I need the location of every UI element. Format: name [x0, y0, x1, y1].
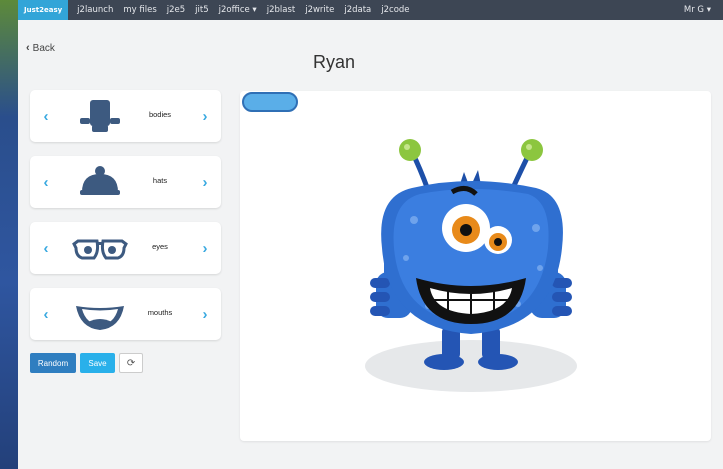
- back-link[interactable]: ‹ Back: [26, 42, 55, 54]
- part-label: hats: [152, 176, 168, 185]
- nav-item-j2data[interactable]: j2data: [339, 0, 376, 20]
- part-label: bodies: [148, 110, 172, 119]
- page-title: Ryan: [312, 52, 356, 72]
- part-selector-hats: ‹ hats ›: [30, 156, 221, 208]
- action-buttons: Random Save ⟳: [30, 353, 143, 373]
- app-window: Just2easy j2launch my files j2e5 jit5 j2…: [18, 0, 723, 469]
- nav-item-j2launch[interactable]: j2launch: [72, 0, 118, 20]
- part-label: mouths: [147, 308, 173, 317]
- part-selector-eyes: ‹ eyes ›: [30, 222, 221, 274]
- refresh-icon: ⟳: [126, 357, 136, 369]
- random-button[interactable]: Random: [30, 353, 76, 373]
- hat-icon: [80, 166, 120, 195]
- chevron-left-icon[interactable]: ‹: [38, 172, 54, 192]
- brand-logo[interactable]: Just2easy: [18, 0, 69, 20]
- chevron-right-icon[interactable]: ›: [197, 238, 213, 258]
- chevron-right-icon[interactable]: ›: [197, 304, 213, 324]
- nav-item-jit5[interactable]: jit5: [190, 0, 213, 20]
- nav-item-j2blast[interactable]: j2blast: [262, 0, 301, 20]
- body-silhouette-icon: [80, 100, 120, 132]
- chevron-left-icon[interactable]: ‹: [38, 106, 54, 126]
- chevron-right-icon[interactable]: ›: [197, 106, 213, 126]
- back-label: Back: [32, 42, 55, 54]
- chevron-left-icon: ‹: [26, 42, 30, 54]
- desktop-background-edge: [0, 0, 18, 469]
- part-selector-mouths: ‹ mouths ›: [30, 288, 221, 340]
- nav-item-j2code[interactable]: j2code: [376, 0, 414, 20]
- user-menu[interactable]: Mr G ▾: [679, 0, 723, 20]
- top-navigation-bar: Just2easy j2launch my files j2e5 jit5 j2…: [18, 0, 723, 20]
- refresh-button[interactable]: ⟳: [119, 353, 143, 373]
- save-button[interactable]: Save: [80, 353, 115, 373]
- monster-character: [365, 139, 577, 392]
- glasses-eyes-icon: [72, 239, 128, 260]
- part-selector-bodies: ‹ bodies ›: [30, 90, 221, 142]
- part-label: eyes: [152, 242, 168, 251]
- mouth-icon: [76, 306, 124, 330]
- nav-item-j2write[interactable]: j2write: [300, 0, 339, 20]
- nav-item-j2office[interactable]: j2office ▾: [214, 0, 262, 20]
- nav-item-j2e5[interactable]: j2e5: [162, 0, 190, 20]
- chevron-right-icon[interactable]: ›: [197, 172, 213, 192]
- nav-item-my-files[interactable]: my files: [118, 0, 161, 20]
- color-pill-button[interactable]: [242, 92, 298, 112]
- chevron-left-icon[interactable]: ‹: [38, 238, 54, 258]
- chevron-left-icon[interactable]: ‹: [38, 304, 54, 324]
